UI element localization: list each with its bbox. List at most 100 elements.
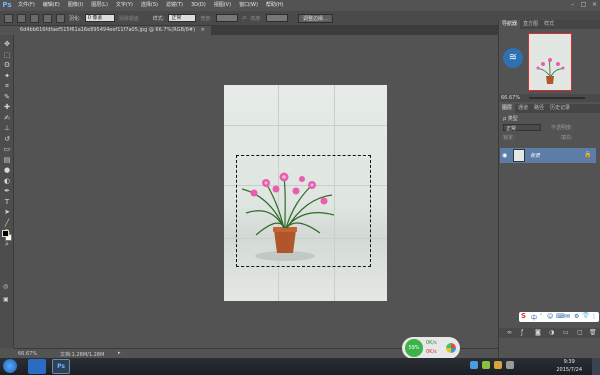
ime-more-icon[interactable]: ⋮⋮ — [591, 313, 600, 320]
menu-3d[interactable]: 3D(D) — [187, 0, 210, 11]
wifi-icon[interactable]: ≋ — [503, 48, 523, 68]
tray-volume-icon[interactable] — [494, 361, 502, 369]
eraser-tool-icon[interactable]: ▭ — [2, 144, 12, 154]
link-layers-icon[interactable]: ∞ — [507, 329, 512, 336]
dodge-tool-icon[interactable]: ◐ — [2, 176, 12, 186]
taskbar-photoshop-button[interactable]: Ps — [52, 359, 70, 374]
navigator-thumbnail[interactable] — [528, 33, 572, 91]
tray-action-center-icon[interactable] — [506, 361, 514, 369]
shape-tool-icon[interactable]: ╱ — [2, 218, 12, 228]
gradient-tool-icon[interactable]: ▤ — [2, 155, 12, 165]
history-brush-tool-icon[interactable]: ↺ — [2, 134, 12, 144]
status-menu-arrow-icon[interactable]: ▸ — [118, 350, 121, 356]
lasso-tool-icon[interactable]: ʘ — [2, 60, 12, 70]
height-label: 高度: — [250, 15, 262, 22]
add-selection-icon[interactable] — [30, 13, 39, 23]
upload-speed: 0K/s — [426, 340, 437, 346]
marquee-tool-icon[interactable]: ⬚ — [2, 50, 12, 60]
menu-layer[interactable]: 图层(L) — [87, 0, 112, 11]
tray-security-icon[interactable] — [482, 361, 490, 369]
tab-styles[interactable]: 样式 — [541, 20, 557, 29]
zoom-level[interactable]: 66.67% — [18, 351, 37, 357]
download-speed: 0K/s — [426, 349, 437, 355]
network-speed-widget[interactable]: 59% 0K/s 0K/s — [402, 337, 460, 359]
tab-history[interactable]: 历史记录 — [547, 104, 573, 113]
marquee-selection[interactable] — [236, 155, 371, 267]
menu-file[interactable]: 文件(F) — [14, 0, 39, 11]
tab-layers[interactable]: 图层 — [499, 104, 516, 113]
navigator-zoom[interactable]: 66.67% — [501, 95, 520, 101]
layer-row-background[interactable]: ◉ 背景 🔒 — [500, 148, 596, 163]
close-tab-icon[interactable]: × — [201, 27, 205, 33]
layer-style-icon[interactable]: ƒ — [521, 329, 523, 336]
delete-layer-icon[interactable]: 🗑 — [589, 329, 597, 336]
style-label: 样式: — [152, 15, 165, 22]
navigator-zoom-slider[interactable] — [529, 97, 585, 99]
ime-punctuation-icon[interactable]: ’ — [540, 313, 542, 320]
document-tab[interactable]: 6d4bb616fdfaef515f61a16e895494eef11f7a05… — [14, 26, 211, 35]
layer-visibility-eye-icon[interactable]: ◉ — [502, 152, 507, 159]
clone-stamp-tool-icon[interactable]: ⊥ — [2, 123, 12, 133]
style-select[interactable]: 正常 — [168, 14, 197, 22]
minimize-button[interactable]: – — [569, 1, 576, 8]
swap-dimensions-icon[interactable]: ⇄ — [242, 15, 246, 21]
ime-emoji-icon[interactable]: ☺ — [547, 313, 553, 320]
antialias-checkbox[interactable]: 消除锯齿 — [119, 15, 139, 22]
width-input[interactable] — [216, 14, 239, 22]
start-button-icon[interactable] — [3, 359, 17, 373]
document-info[interactable]: 文档:1.28M/1.28M — [60, 351, 104, 358]
taskbar-ie-icon[interactable] — [28, 359, 46, 374]
pen-tool-icon[interactable]: ✒ — [2, 186, 12, 196]
refine-edge-button[interactable]: 调整边缘... — [297, 13, 333, 23]
feather-input[interactable]: 0 像素 — [84, 14, 115, 22]
menu-edit[interactable]: 编辑(E) — [39, 0, 64, 11]
tab-histogram[interactable]: 直方图 — [520, 20, 541, 29]
ime-keyboard-icon[interactable]: ⌨ — [556, 313, 565, 320]
menu-help[interactable]: 帮助(H) — [262, 0, 288, 11]
menu-view[interactable]: 视图(V) — [210, 0, 235, 11]
magic-wand-tool-icon[interactable]: ✦ — [2, 71, 12, 81]
show-desktop-button[interactable] — [592, 358, 600, 375]
crop-tool-icon[interactable]: ⌗ — [2, 81, 12, 91]
screen-mode-icon[interactable]: ▣ — [3, 296, 9, 303]
tab-channels[interactable]: 通道 — [515, 104, 531, 113]
eyedropper-tool-icon[interactable]: ✎ — [2, 92, 12, 102]
menu-select[interactable]: 选择(S) — [137, 0, 162, 11]
menu-filter[interactable]: 滤镜(T) — [162, 0, 187, 11]
height-input[interactable] — [265, 14, 288, 22]
layer-kind-filter[interactable]: ρ 类型 — [503, 115, 518, 122]
move-tool-icon[interactable]: ✥ — [2, 39, 12, 49]
ime-mail-icon[interactable]: ✉ — [565, 313, 570, 320]
type-tool-icon[interactable]: T — [2, 197, 12, 207]
adjustment-layer-icon[interactable]: ◑ — [549, 329, 554, 336]
layer-name[interactable]: 背景 — [530, 152, 540, 159]
menu-image[interactable]: 图像(I) — [64, 0, 87, 11]
new-selection-icon[interactable] — [17, 13, 26, 23]
tray-network-icon[interactable] — [470, 361, 478, 369]
foreground-color-swatch[interactable] — [2, 230, 9, 237]
ime-settings-icon[interactable]: ⚙ — [574, 313, 579, 320]
maximize-button[interactable]: □ — [580, 1, 587, 8]
ime-skin-icon[interactable]: 👕 — [582, 312, 589, 319]
speed-app-icon — [446, 343, 456, 353]
healing-brush-tool-icon[interactable]: ✚ — [2, 102, 12, 112]
menu-type[interactable]: 文字(Y) — [112, 0, 137, 11]
close-button[interactable]: × — [591, 1, 598, 8]
new-layer-icon[interactable]: ▢ — [577, 329, 583, 336]
ime-chinese-mode-icon[interactable]: 中 — [531, 313, 537, 322]
tray-clock[interactable]: 9:39 2015/7/24 — [556, 358, 582, 374]
path-selection-tool-icon[interactable]: ➤ — [2, 207, 12, 217]
add-mask-icon[interactable]: ◙ — [535, 329, 541, 336]
tab-navigator[interactable]: 导航器 — [499, 20, 521, 29]
subtract-selection-icon[interactable] — [43, 13, 52, 23]
menu-window[interactable]: 窗口(W) — [235, 0, 262, 11]
blend-mode-select[interactable]: 正常 — [503, 124, 541, 132]
sogou-ime-icon[interactable]: S — [521, 312, 526, 320]
quick-mask-icon[interactable]: ◎ — [3, 283, 8, 290]
blur-tool-icon[interactable]: ● — [2, 165, 12, 175]
tab-paths[interactable]: 路径 — [531, 104, 547, 113]
intersect-selection-icon[interactable] — [56, 13, 65, 23]
marquee-preset-icon[interactable] — [4, 13, 13, 23]
new-group-icon[interactable]: ▭ — [563, 329, 569, 336]
brush-tool-icon[interactable]: ✍ — [2, 113, 12, 123]
